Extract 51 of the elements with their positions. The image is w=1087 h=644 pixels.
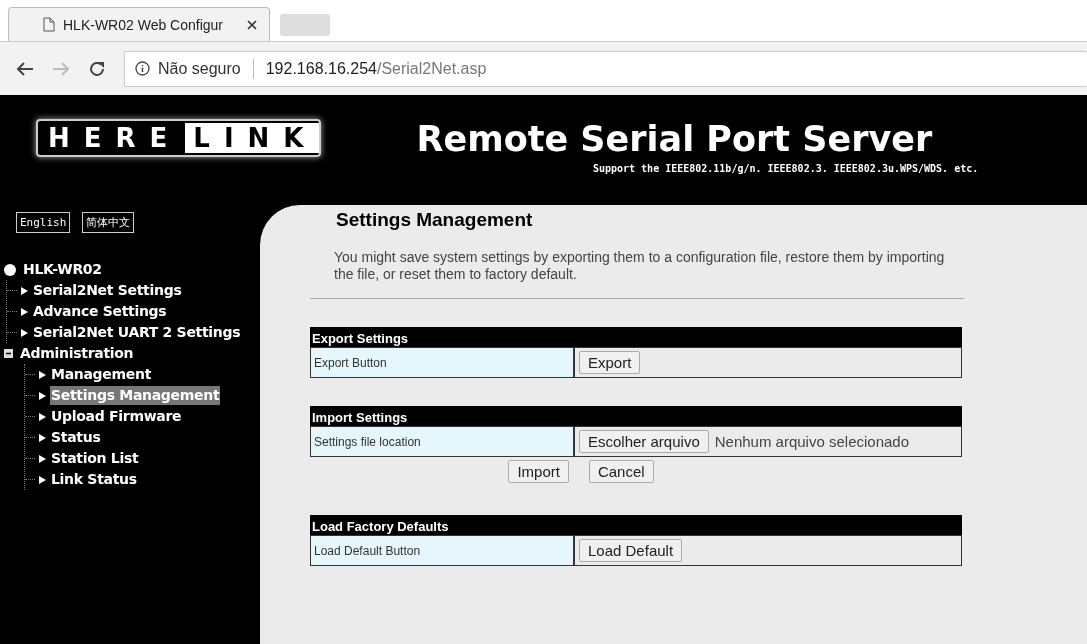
tree-item[interactable]: Link Status — [50, 470, 138, 489]
tree-item[interactable]: HLK-WR02 — [22, 260, 103, 279]
triangle-icon — [39, 412, 46, 421]
action-button[interactable]: Import — [508, 460, 569, 483]
triangle-icon — [39, 454, 46, 463]
security-label: Não seguro — [158, 59, 241, 78]
info-icon — [135, 61, 150, 76]
site-subtitle: Support the IEEE802.11b/g/n. IEEE802.3. IEEE802.3u.WPS/WDS. etc. — [592, 163, 979, 174]
choose-file-button[interactable]: Escolher arquivo — [579, 430, 709, 453]
tree-item[interactable]: Serial2Net Settings — [32, 281, 183, 300]
action-button[interactable]: Export — [579, 351, 641, 374]
reload-icon[interactable] — [88, 59, 106, 78]
browser-tab[interactable]: HLK-WR02 Web Configur — [8, 7, 270, 41]
back-icon[interactable] — [16, 60, 34, 77]
file-status: Nenhum arquivo selecionado — [714, 433, 910, 450]
triangle-icon — [39, 370, 46, 379]
triangle-icon — [39, 391, 46, 400]
field-label: Export Button — [311, 348, 575, 377]
tree-item[interactable]: Management — [50, 365, 153, 384]
tree-item[interactable]: Advance Settings — [32, 302, 168, 321]
action-button[interactable]: Load Default — [579, 539, 683, 562]
action-button[interactable]: Cancel — [588, 460, 654, 483]
address-bar[interactable]: Não seguro 192.168.16.254/Serial2Net.asp — [124, 50, 1087, 87]
root-node-icon[interactable] — [4, 263, 16, 276]
tree-item[interactable]: Status — [50, 428, 102, 447]
section-heading: Export Settings — [310, 327, 962, 347]
page-title: Settings Management — [336, 209, 534, 231]
section-heading: Load Factory Defaults — [310, 515, 962, 535]
triangle-icon — [21, 286, 28, 295]
page-icon — [43, 17, 55, 32]
collapse-icon[interactable] — [4, 349, 13, 358]
tree-item[interactable]: Station List — [50, 449, 140, 468]
field-label: Load Default Button — [311, 536, 575, 565]
tab-title: HLK-WR02 Web Configur — [63, 16, 225, 33]
tree-item[interactable]: Upload Firmware — [50, 407, 183, 426]
url-text: 192.168.16.254/Serial2Net.asp — [265, 59, 487, 78]
page-description: You might save system settings by exporting them to a configuration file, restore them by importing the file, or reset them to factory default. — [334, 249, 946, 283]
language-button[interactable]: 简体中文 — [82, 212, 135, 233]
triangle-icon — [21, 328, 28, 337]
language-button[interactable]: English — [16, 212, 71, 233]
triangle-icon — [39, 433, 46, 442]
field-label: Settings file location — [311, 427, 575, 456]
logo: HERE LINK — [36, 119, 322, 157]
site-title: Remote Serial Port Server — [416, 119, 933, 159]
triangle-icon — [39, 475, 46, 484]
tree-item[interactable]: Settings Management — [50, 386, 221, 405]
triangle-icon — [21, 307, 28, 316]
close-icon[interactable] — [247, 19, 257, 30]
section-heading: Import Settings — [310, 406, 962, 426]
tree-item[interactable]: Administration — [19, 344, 135, 363]
tree-item[interactable]: Serial2Net UART 2 Settings — [32, 323, 242, 342]
